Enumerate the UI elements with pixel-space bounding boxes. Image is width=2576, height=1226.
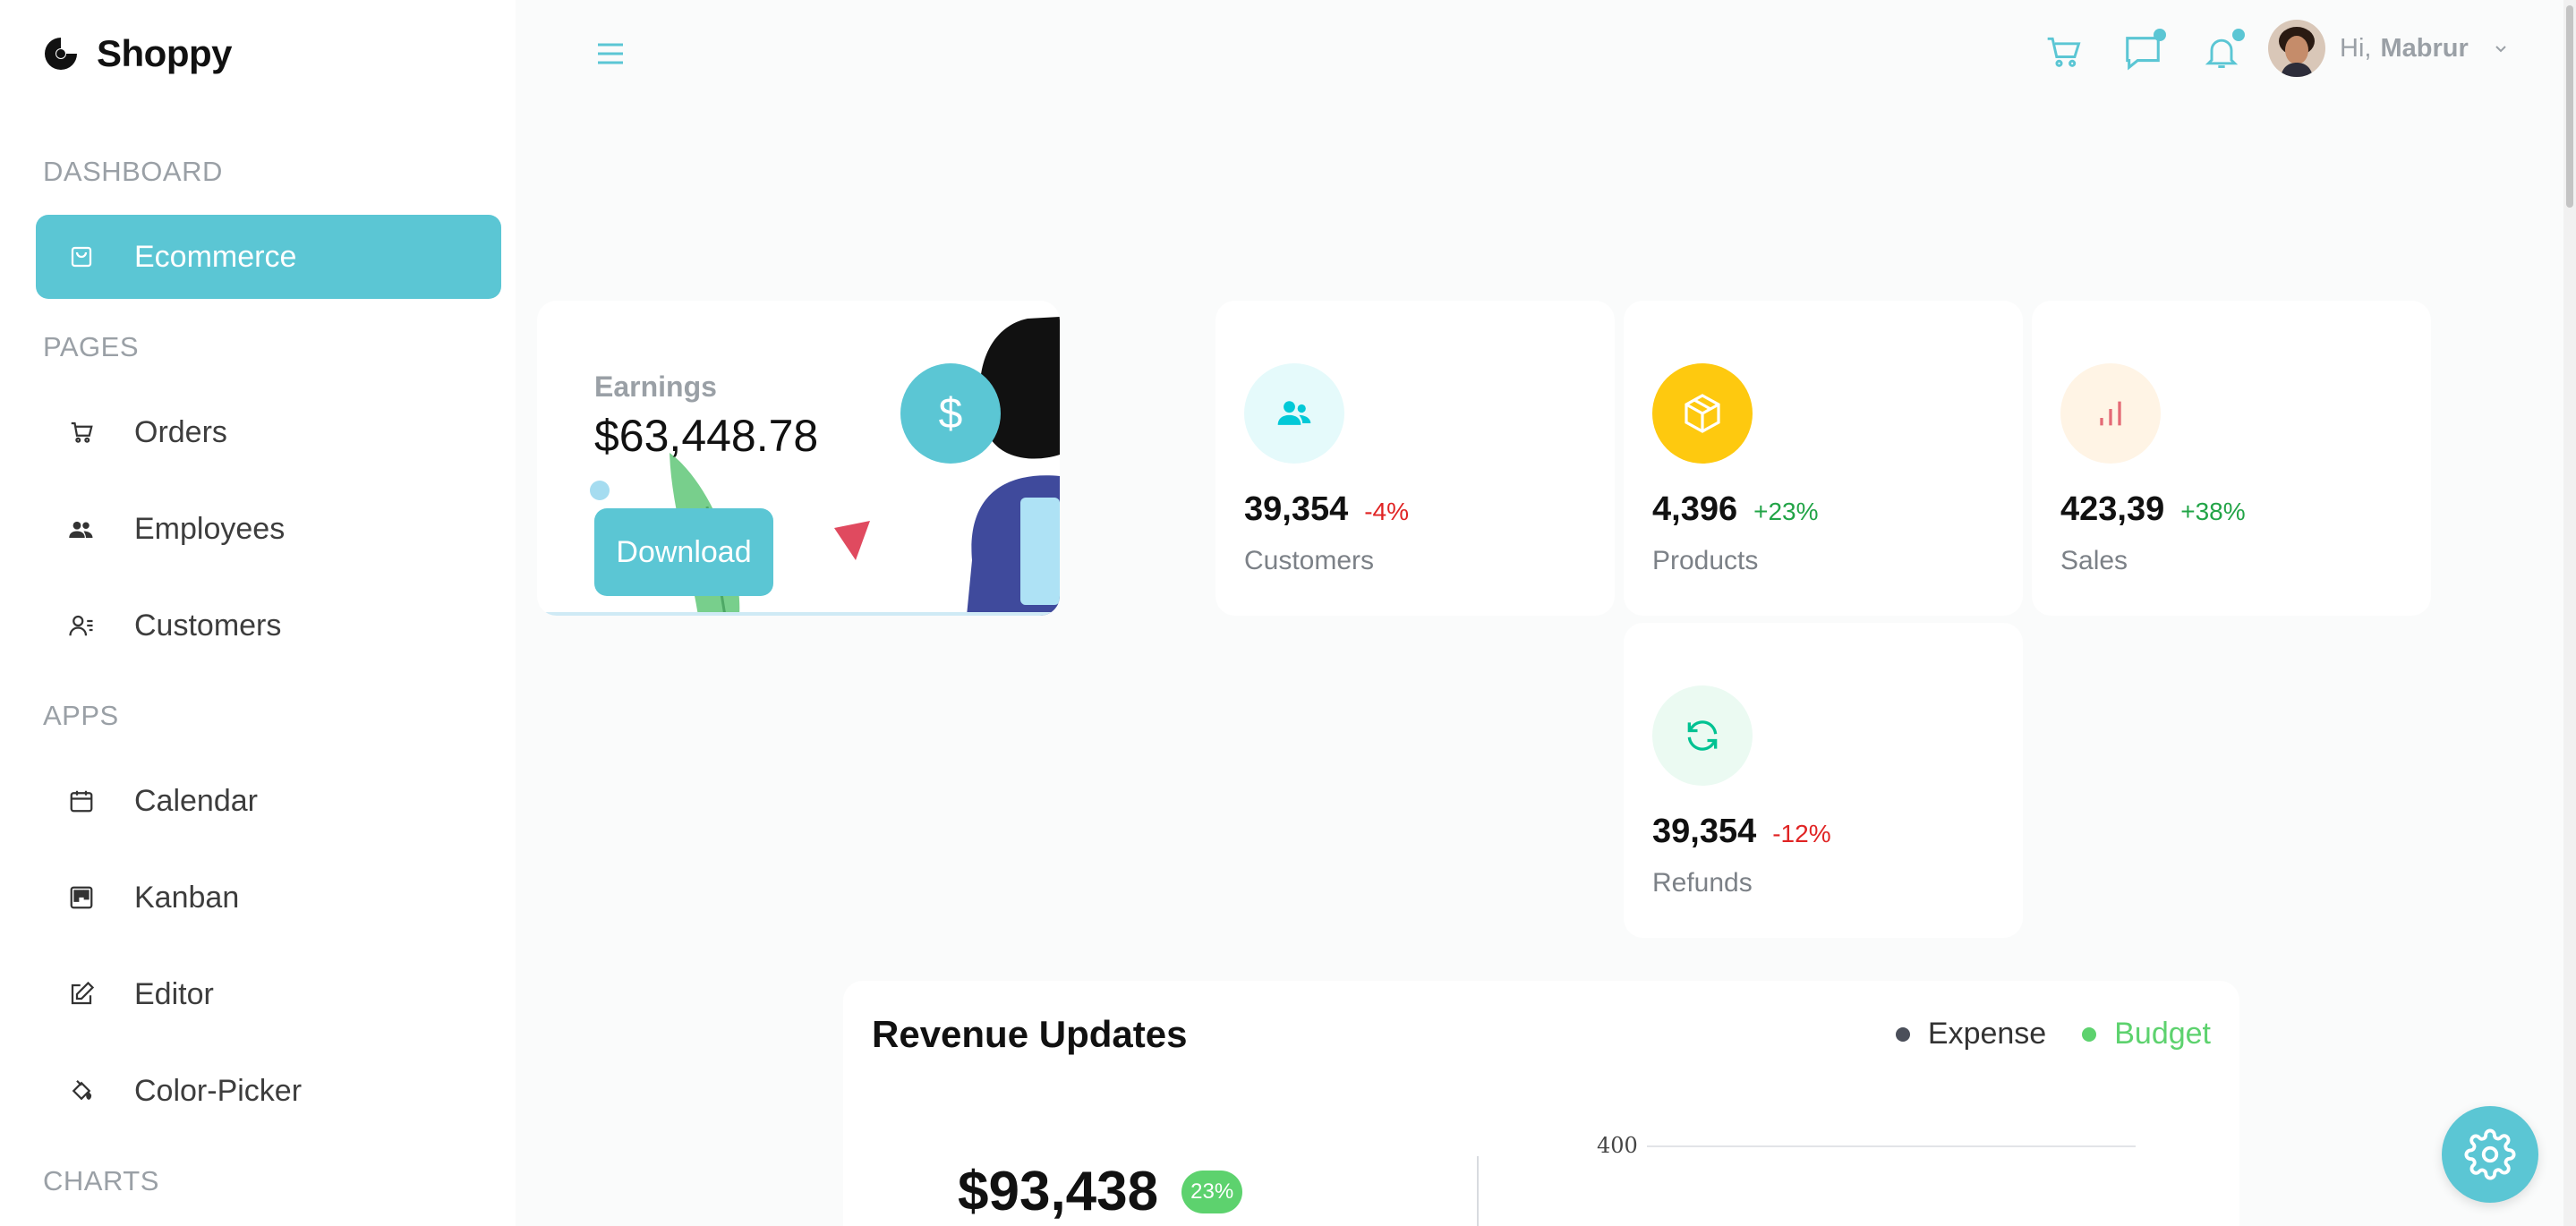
download-button[interactable]: Download (594, 508, 773, 596)
section-title-pages: PAGES (43, 331, 140, 362)
refresh-icon[interactable] (1652, 685, 1753, 786)
section-title-charts: CHARTS (43, 1165, 159, 1196)
sidebar-item-color-picker[interactable]: Color-Picker (36, 1049, 501, 1133)
legend-label: Budget (2114, 1017, 2211, 1051)
stat-value: 4,396 (1652, 490, 1738, 528)
stat-value-row: 423,39 +38% (2060, 490, 2246, 529)
sidebar-item-label: Employees (134, 511, 286, 546)
revenue-title: Revenue Updates (872, 1013, 1188, 1055)
customers-icon[interactable] (1244, 363, 1344, 464)
logo-icon (45, 38, 77, 70)
revenue-updates-card: Revenue Updates Expense Budget $93,438 2… (843, 981, 2239, 1226)
dollar-icon: $ (900, 363, 1001, 464)
box-icon[interactable] (1652, 363, 1753, 464)
edit-icon (66, 979, 97, 1009)
sidebar: Shoppy DASHBOARD Ecommerce PAGES Orders … (0, 0, 516, 1226)
stat-label: Refunds (1652, 868, 1753, 898)
gridline (1647, 1145, 2136, 1147)
menu-toggle-button[interactable] (593, 36, 628, 72)
stat-value: 39,354 (1244, 490, 1349, 528)
shopping-bag-icon (66, 242, 97, 272)
stat-value: 423,39 (2060, 490, 2165, 528)
stat-change: +23% (1753, 498, 1819, 525)
chevron-down-icon (2495, 46, 2506, 53)
section-title-apps: APPS (43, 700, 119, 731)
earnings-label: Earnings (594, 370, 717, 403)
sidebar-item-customers[interactable]: Customers (36, 583, 501, 668)
legend-dot (1895, 1026, 1910, 1042)
people-icon (66, 514, 97, 544)
chat-button[interactable] (2121, 29, 2166, 73)
stat-value-row: 39,354 -12% (1652, 813, 1831, 851)
stat-value-row: 4,396 +23% (1652, 490, 1819, 529)
earnings-card: Earnings $63,448.78 $ Download (537, 301, 1060, 616)
sidebar-item-kanban[interactable]: Kanban (36, 856, 501, 940)
settings-button[interactable] (2442, 1106, 2538, 1203)
sidebar-item-editor[interactable]: Editor (36, 952, 501, 1036)
calendar-icon (66, 786, 97, 816)
scrollbar-thumb[interactable] (2566, 5, 2573, 208)
app-logo[interactable]: Shoppy (41, 32, 233, 75)
hamburger-icon (598, 43, 623, 64)
legend-item-expense[interactable]: Expense (1895, 1017, 2047, 1051)
sidebar-item-label: Ecommerce (134, 239, 297, 274)
gear-icon (2464, 1128, 2516, 1180)
stat-change: -4% (1364, 498, 1410, 525)
stat-change: -12% (1772, 820, 1831, 847)
sidebar-item-label: Color-Picker (134, 1073, 303, 1108)
stat-label: Products (1652, 546, 1759, 575)
stat-value: 39,354 (1652, 813, 1757, 850)
app-name: Shoppy (97, 32, 233, 74)
revenue-badge: 23% (1181, 1170, 1243, 1213)
kanban-icon (66, 882, 97, 913)
notifications-button[interactable] (2200, 29, 2245, 73)
sidebar-item-label: Calendar (134, 783, 258, 818)
legend-label: Expense (1927, 1017, 2047, 1051)
cart-icon (2047, 37, 2081, 67)
notification-dot (2232, 29, 2245, 41)
stat-change: +38% (2180, 498, 2246, 525)
stat-label: Sales (2060, 546, 2128, 575)
sidebar-item-orders[interactable]: Orders (36, 390, 501, 474)
legend-item-budget[interactable]: Budget (2082, 1017, 2211, 1051)
stat-label: Customers (1244, 546, 1375, 575)
customer-list-icon (66, 610, 97, 641)
paint-bucket-icon (66, 1076, 97, 1106)
stat-card-sales: 423,39 +38% Sales (2032, 301, 2431, 616)
revenue-total-row: $93,438 23% (958, 1160, 1243, 1223)
cart-button[interactable] (2043, 30, 2086, 73)
notification-dot (2154, 29, 2166, 41)
cart-icon (66, 417, 97, 447)
sidebar-item-label: Customers (134, 608, 282, 643)
section-title-dashboard: DASHBOARD (43, 156, 223, 187)
sidebar-item-calendar[interactable]: Calendar (36, 759, 501, 843)
user-profile-menu[interactable]: Hi, Mabrur (2268, 20, 2510, 77)
revenue-total: $93,438 (958, 1161, 1159, 1222)
sidebar-item-employees[interactable]: Employees (36, 487, 501, 571)
stat-value-row: 39,354 -4% (1244, 490, 1409, 529)
bar-chart-icon[interactable] (2060, 363, 2161, 464)
stat-card-customers: 39,354 -4% Customers (1215, 301, 1615, 616)
stat-card-products: 4,396 +23% Products (1624, 301, 2023, 616)
legend-dot (2082, 1026, 2097, 1042)
sidebar-item-label: Orders (134, 414, 227, 449)
greeting-text: Hi, (2340, 33, 2372, 63)
stat-card-refunds: 39,354 -12% Refunds (1624, 623, 2023, 938)
chart-legend: Expense Budget (1895, 1017, 2211, 1051)
y-axis-tick-label: 400 (1597, 1133, 1638, 1158)
divider (1477, 1156, 1479, 1226)
sidebar-item-ecommerce[interactable]: Ecommerce (36, 215, 501, 299)
avatar (2268, 20, 2325, 77)
sidebar-item-label: Kanban (134, 880, 240, 915)
sidebar-item-label: Editor (134, 976, 214, 1011)
earnings-value: $63,448.78 (594, 411, 819, 461)
username: Mabrur (2380, 33, 2469, 63)
page-scrollbar[interactable] (2563, 0, 2576, 1226)
